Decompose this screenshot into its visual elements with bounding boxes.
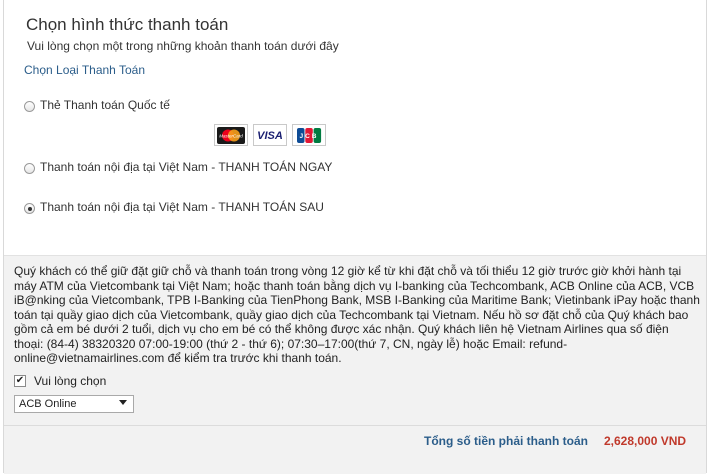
- confirm-checkbox[interactable]: ✔: [14, 375, 26, 387]
- svg-text:MasterCard: MasterCard: [219, 133, 243, 138]
- svg-text:JCB: JCB: [299, 133, 318, 140]
- divider: [4, 425, 706, 426]
- payment-option-domestic-pay-later[interactable]: Thanh toán nội địa tại Việt Nam - THANH …: [24, 200, 324, 214]
- radio-domestic-pay-later[interactable]: [24, 203, 35, 214]
- radio-domestic-pay-now[interactable]: [24, 163, 35, 174]
- payment-method-section: Chọn hình thức thanh toán Vui lòng chọn …: [4, 0, 706, 255]
- payment-option-domestic-pay-now[interactable]: Thanh toán nội địa tại Việt Nam - THANH …: [24, 160, 332, 174]
- pay-later-details: Quý khách có thể giữ đặt giữ chỗ và than…: [4, 255, 706, 474]
- chevron-down-icon: [119, 400, 127, 405]
- payment-option-international-card[interactable]: Thẻ Thanh toán Quốc tế: [24, 98, 170, 112]
- page-subtitle: Vui lòng chọn một trong những khoản than…: [27, 39, 339, 53]
- page-title: Chọn hình thức thanh toán: [26, 15, 229, 34]
- payment-notice-text: Quý khách có thể giữ đặt giữ chỗ và than…: [14, 264, 700, 365]
- payment-option-label: Thanh toán nội địa tại Việt Nam - THANH …: [40, 160, 333, 174]
- total-amount: 2,628,000 VND: [604, 434, 687, 448]
- confirm-checkbox-label: Vui lòng chọn: [34, 374, 107, 388]
- radio-international-card[interactable]: [24, 101, 35, 112]
- payment-option-label: Thanh toán nội địa tại Việt Nam - THANH …: [40, 200, 324, 214]
- svg-text:VISA: VISA: [257, 130, 283, 142]
- bank-select-value: ACB Online: [19, 398, 77, 410]
- visa-logo-icon: VISA: [253, 124, 287, 146]
- jcb-logo-icon: JCB: [292, 124, 326, 146]
- bank-select[interactable]: ACB Online: [14, 395, 134, 413]
- confirm-checkbox-row[interactable]: ✔ Vui lòng chọn: [14, 374, 106, 388]
- total-label: Tổng số tiền phải thanh toán: [424, 434, 588, 448]
- card-logos: MasterCard VISA JCB: [214, 124, 326, 146]
- payment-option-label: Thẻ Thanh toán Quốc tế: [40, 98, 170, 112]
- payment-panel: Chọn hình thức thanh toán Vui lòng chọn …: [3, 0, 707, 474]
- mastercard-logo-icon: MasterCard: [214, 124, 248, 146]
- payment-type-label: Chọn Loại Thanh Toán: [24, 63, 145, 77]
